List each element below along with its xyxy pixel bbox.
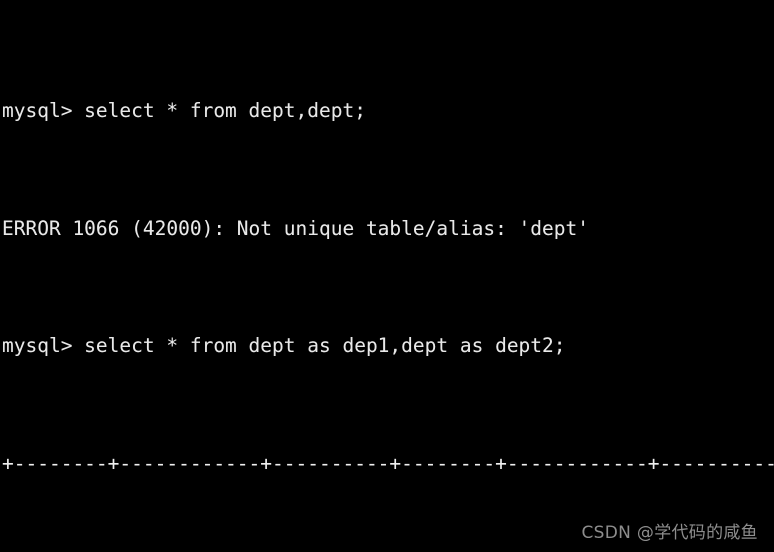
terminal-screen[interactable]: mysql> select * from dept,dept; ERROR 10… <box>2 8 774 552</box>
mysql-terminal-window[interactable]: mysql> select * from dept,dept; ERROR 10… <box>0 0 774 552</box>
command-line-1: mysql> select * from dept,dept; <box>2 99 366 123</box>
command-line-2: mysql> select * from dept as dep1,dept a… <box>2 334 566 358</box>
table-border-top: +--------+------------+----------+------… <box>2 452 774 476</box>
error-message-line: ERROR 1066 (42000): Not unique table/ali… <box>2 216 589 240</box>
